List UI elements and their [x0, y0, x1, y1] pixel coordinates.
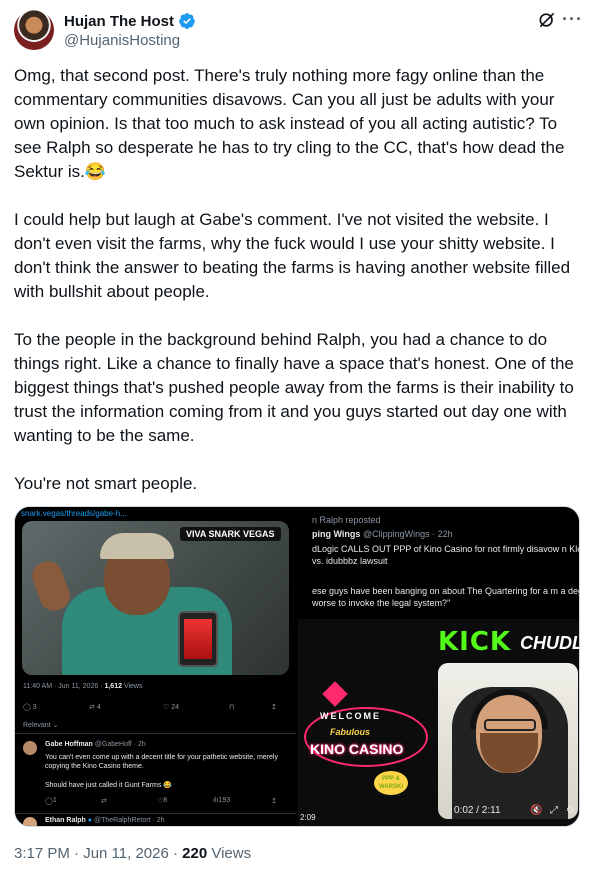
embedded-meta: 11:40 AM · Jun 11, 2026 · 1,612 Views: [23, 683, 143, 690]
post-paragraph: To the people in the background behind R…: [14, 330, 574, 445]
media-image-left[interactable]: snark.vegas/threads/gabe-h... VIVA SNARK…: [15, 507, 296, 826]
kino-title: KINO CASINO: [310, 741, 404, 757]
repost-icon: ⇄ 4: [89, 704, 101, 711]
post-paragraph: Omg, that second post. There's truly not…: [14, 66, 565, 181]
diamond-icon: [322, 681, 348, 707]
reply-header: Gabe Hoffman @GabeHoff · 2h: [45, 741, 146, 748]
kino-casino-logo: WELCOME Fabulous KINO CASINO PPP & WARSK…: [304, 681, 434, 801]
snark-banner: VIVA SNARK VEGAS: [180, 527, 281, 541]
author-handle[interactable]: @HujanisHosting: [64, 32, 180, 49]
reply-avatar: [23, 817, 37, 826]
welcome-text: WELCOME: [320, 711, 381, 721]
embedded-actions: ◯ 3 ⇄ 4 ♡ 24 ⊓ ↥: [23, 703, 289, 715]
repost-body: dLogic CALLS OUT PPP of Kino Casino for …: [312, 544, 580, 566]
photo-person-cap: [100, 533, 174, 559]
author-avatar[interactable]: [14, 10, 54, 50]
post-timestamp[interactable]: 3:17 PM · Jun 11, 2026 ·: [14, 845, 182, 862]
settings-icon[interactable]: ⚙: [566, 805, 575, 816]
repost-quote: ese guys have been banging on about The …: [312, 586, 580, 608]
embedded-photo: VIVA SNARK VEGAS: [22, 521, 289, 675]
views-label: Views: [207, 845, 252, 862]
reply-text: You can't even come up with a decent tit…: [45, 754, 278, 770]
post-paragraph: You're not smart people.: [14, 474, 198, 493]
post-text: Omg, that second post. There's truly not…: [14, 64, 582, 496]
like-icon: ♡ 24: [163, 704, 180, 711]
streamer-frame: [438, 663, 578, 819]
more-icon[interactable]: ···: [562, 9, 583, 30]
fabulous-text: Fabulous: [330, 727, 370, 737]
repost-label: n Ralph reposted: [312, 515, 381, 525]
reply-avatar: [23, 741, 37, 755]
reply-extra: Should have just called it Gunt Farms 😂: [45, 782, 172, 789]
post-paragraph: I could help but laugh at Gabe's comment…: [14, 210, 571, 301]
video-time-left: 2:09: [300, 813, 316, 822]
ppp-badge: PPP & WARSKI: [374, 771, 408, 795]
video-player[interactable]: KICK CHUDL ıllı WELCOME Fabulous KINO CA…: [298, 619, 580, 826]
url-text: snark.vegas/threads/gabe-h...: [21, 509, 127, 518]
repost-author: ping Wings @ClippingWings · 22h: [312, 529, 453, 539]
share-icon: ↥: [271, 704, 277, 711]
verified-badge-icon: [179, 13, 195, 29]
reply-header: Ethan Ralph ● @TheRalphRetort · 2h: [45, 817, 165, 824]
view-count: 220: [182, 845, 208, 862]
fullscreen-icon[interactable]: ⤢: [550, 805, 558, 816]
post-header: Hujan The Host @HujanisHosting ···: [14, 9, 582, 54]
reply-icon: ◯ 3: [23, 704, 37, 711]
divider: [15, 813, 296, 814]
chudlo-text: CHUDL: [520, 633, 580, 653]
mute-icon[interactable]: 🔇: [530, 805, 542, 816]
divider: [15, 733, 296, 734]
video-timestamp: 0:02 / 2:11: [454, 805, 501, 816]
media-grid[interactable]: snark.vegas/threads/gabe-h... VIVA SNARK…: [14, 506, 580, 827]
author-name-row: Hujan The Host: [64, 12, 196, 30]
kick-logo: KICK: [438, 627, 512, 657]
relevant-filter: Relevant ⌄: [23, 722, 59, 729]
photo-phone: [178, 611, 218, 667]
bookmark-icon: ⊓: [229, 704, 235, 711]
grok-icon[interactable]: [537, 10, 557, 30]
media-image-right[interactable]: n Ralph reposted ping Wings @ClippingWin…: [298, 507, 580, 826]
post-footer: 3:17 PM · Jun 11, 2026 · 220 Views: [14, 845, 251, 862]
author-name[interactable]: Hujan The Host: [64, 13, 174, 30]
